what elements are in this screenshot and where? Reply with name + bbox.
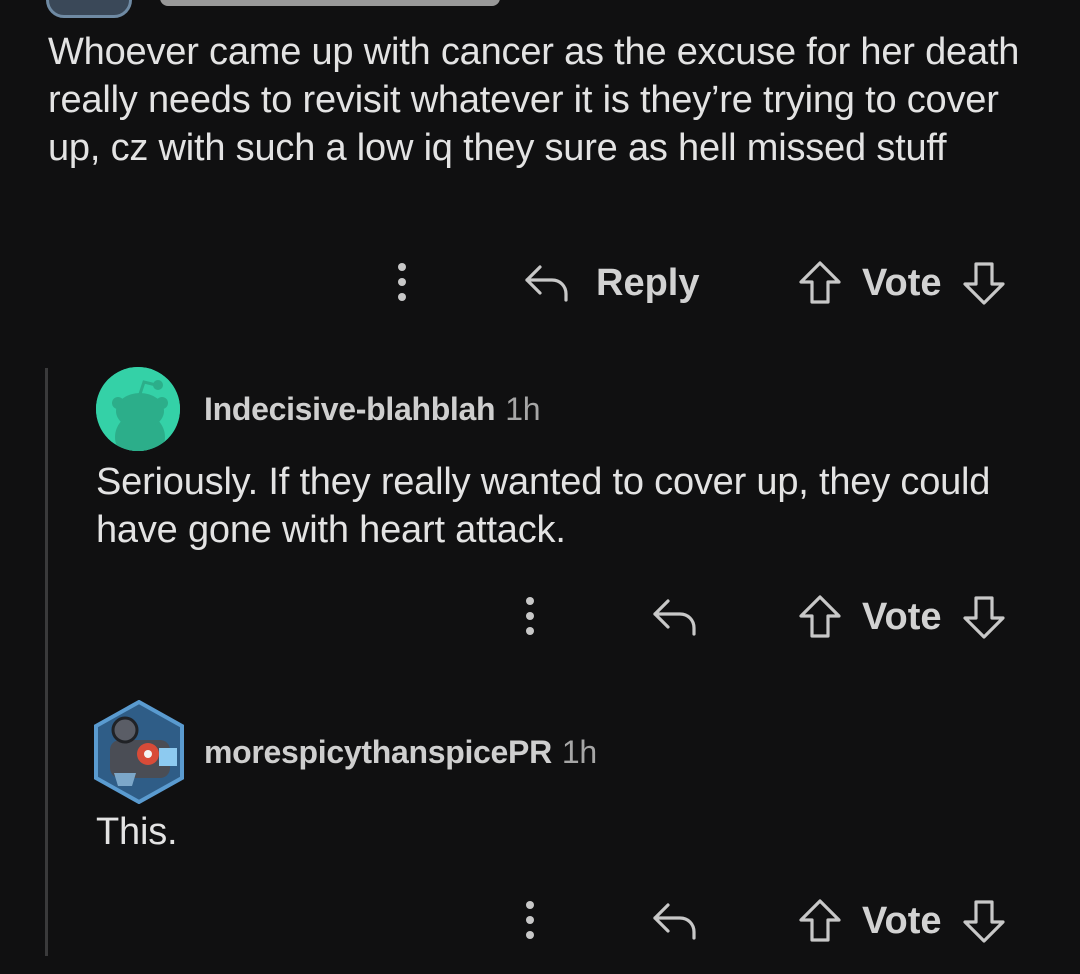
reply-1-reply-button[interactable] (650, 592, 700, 642)
reply-2-more-button[interactable] (518, 896, 542, 946)
reply-arrow-icon (650, 900, 700, 942)
top-comment-vote-bar: Vote (796, 258, 1008, 308)
more-vertical-icon (526, 901, 534, 941)
thread-line[interactable] (45, 368, 48, 956)
top-comment-more-button[interactable] (390, 258, 414, 308)
reply-arrow-icon (650, 596, 700, 638)
reply-2-reply-button[interactable] (650, 896, 700, 946)
reply-1-more-button[interactable] (518, 592, 542, 642)
reply-username-row: Indecisive-blahblah 1h (204, 389, 541, 429)
upvote-arrow-icon[interactable] (796, 259, 844, 307)
vote-label: Vote (862, 899, 942, 942)
vote-label: Vote (862, 261, 942, 304)
top-comment-reply-button[interactable]: Reply (522, 258, 699, 308)
vote-label: Vote (862, 595, 942, 638)
snoo-avatar-icon (96, 367, 180, 451)
reply-label: Reply (596, 261, 700, 304)
reply-timestamp: 1h (505, 391, 541, 427)
downvote-arrow-icon[interactable] (960, 897, 1008, 945)
top-comment-text: Whoever came up with cancer as the excus… (48, 31, 1020, 169)
reply-username[interactable]: morespicythanspicePR (204, 734, 552, 770)
downvote-arrow-icon[interactable] (960, 259, 1008, 307)
reply-2-vote-bar: Vote (796, 896, 1008, 946)
more-vertical-icon (398, 263, 406, 303)
reply-username-row: morespicythanspicePR 1h (204, 732, 597, 772)
robot-avatar-icon (94, 699, 184, 805)
reply-text: Seriously. If they really wanted to cove… (96, 461, 991, 551)
upvote-arrow-icon[interactable] (796, 897, 844, 945)
reply-text: This. (96, 811, 178, 853)
reply-avatar[interactable] (96, 367, 180, 451)
reply-username[interactable]: Indecisive-blahblah (204, 391, 496, 427)
reply-timestamp: 1h (561, 734, 597, 770)
reply-1-vote-bar: Vote (796, 592, 1008, 642)
reply-avatar[interactable] (92, 699, 186, 805)
downvote-arrow-icon[interactable] (960, 593, 1008, 641)
top-comment-avatar[interactable] (46, 0, 132, 18)
more-vertical-icon (526, 597, 534, 637)
comment-thread-screen: Whoever came up with cancer as the excus… (0, 0, 1080, 974)
top-comment-username-cutoff (160, 0, 500, 6)
reply-arrow-icon (522, 262, 572, 304)
upvote-arrow-icon[interactable] (796, 593, 844, 641)
